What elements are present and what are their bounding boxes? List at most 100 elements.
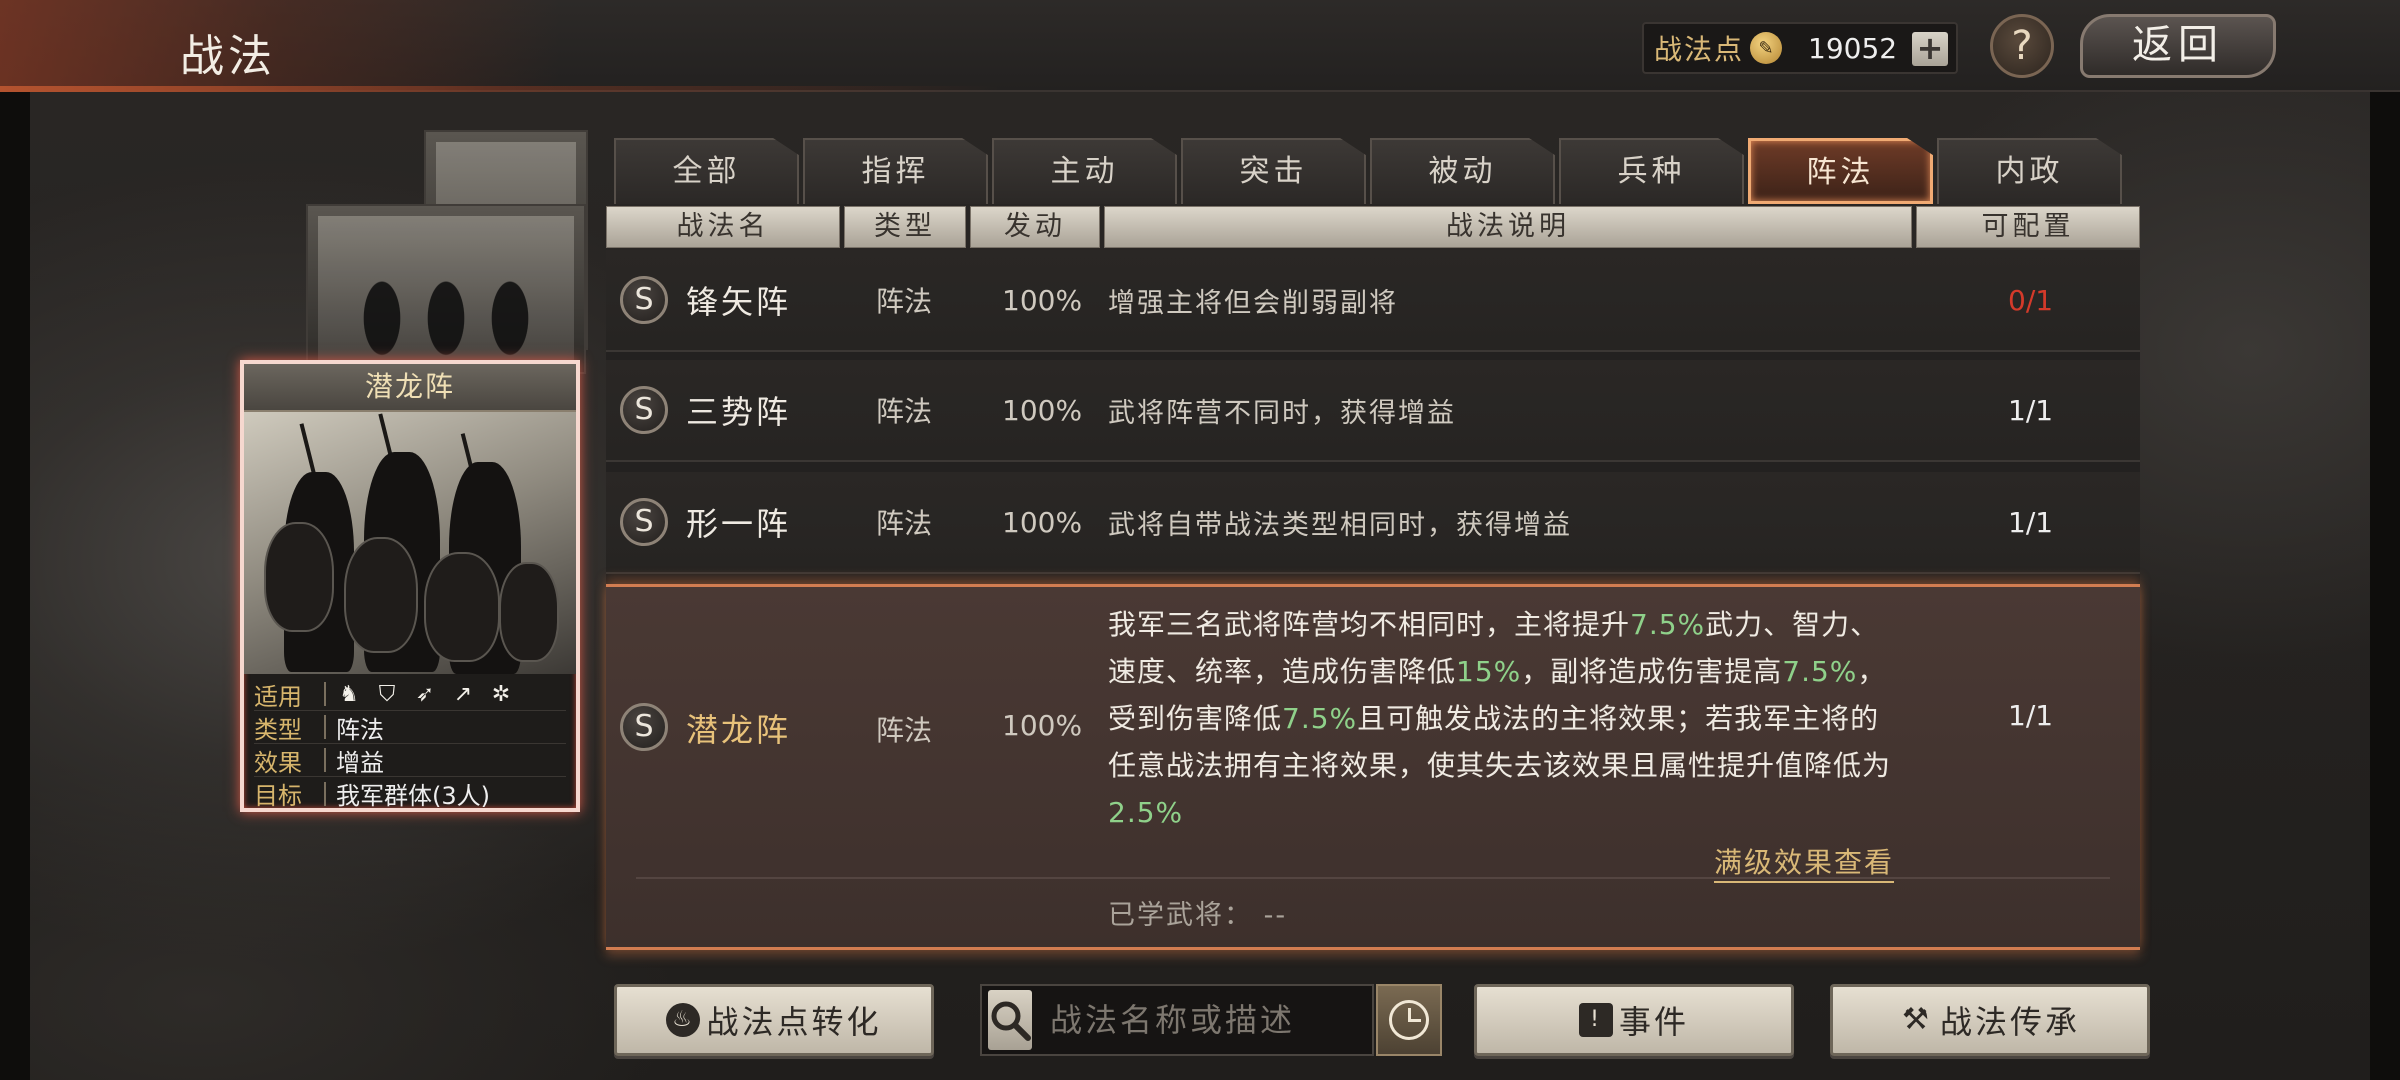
tactic-name: 潜龙阵 xyxy=(686,711,792,749)
clock-icon xyxy=(1389,1000,1429,1040)
header-accent-line xyxy=(0,86,1000,92)
tactic-trigger-rate: 100% xyxy=(1002,393,1083,427)
help-button[interactable]: ? xyxy=(1990,14,2054,78)
tactic-configurable: 0/1 xyxy=(2008,283,2054,317)
card-row-type: 类型 阵法 xyxy=(254,711,566,744)
card-title: 潜龙阵 xyxy=(244,364,576,412)
tactic-inherit-label: 战法传承 xyxy=(1939,1003,2080,1041)
tactic-trigger-rate: 100% xyxy=(1002,709,1083,742)
card-back-art xyxy=(318,216,574,362)
shield-art xyxy=(424,552,500,662)
grade-s-icon: S xyxy=(620,386,668,434)
grade-s-icon: S xyxy=(620,276,668,324)
shield-art xyxy=(264,522,334,632)
tactic-trigger-rate: 100% xyxy=(1002,283,1083,317)
card-row-value: 增益 xyxy=(336,748,384,777)
search-history-button[interactable] xyxy=(1376,984,1442,1056)
tab-internal-affairs[interactable]: 内政 xyxy=(1937,138,2122,204)
alert-book-icon: ! xyxy=(1578,1003,1613,1037)
card-row-key: 类型 xyxy=(254,715,302,744)
search-button[interactable] xyxy=(988,990,1032,1050)
table-row[interactable]: S 形一阵 阵法 100% 武将自带战法类型相同时，获得增益 1/1 xyxy=(606,472,2140,574)
back-button[interactable]: 返回 xyxy=(2080,14,2276,78)
wheel-icon: ✲ xyxy=(491,681,511,707)
search-bar xyxy=(980,984,1449,1056)
divider xyxy=(636,877,2110,879)
tactic-type: 阵法 xyxy=(876,285,933,318)
table-header: 战法名 类型 发动 战法说明 可配置 xyxy=(606,206,2140,248)
unit-type-icons: ♞ ⛉ ➶ ↗ ✲ xyxy=(336,681,514,707)
page-title: 战法 xyxy=(180,31,276,82)
desc-text: ，副将造成伤害提高 xyxy=(1521,655,1783,688)
events-label: 事件 xyxy=(1618,1003,1689,1041)
tactic-configurable: 1/1 xyxy=(2008,699,2054,732)
bow-icon: ➶ xyxy=(415,681,435,707)
category-tabs: 全部 指挥 主动 突击 被动 兵种 阵法 内政 xyxy=(614,138,2122,204)
column-header-type: 类型 xyxy=(844,206,966,248)
tactic-name: 锋矢阵 xyxy=(686,283,792,321)
flame-icon: ♨ xyxy=(666,1003,701,1037)
card-row-effect: 效果 增益 xyxy=(254,744,566,777)
desc-value: 7.5% xyxy=(1630,608,1706,641)
card-row-value: 我军群体(3人) xyxy=(336,782,490,810)
search-icon xyxy=(991,1001,1031,1041)
divider xyxy=(324,781,326,806)
tactic-description: 我军三名武将阵营均不相同时，主将提升7.5%武力、智力、速度、统率，造成伤害降低… xyxy=(1108,601,1908,836)
tab-formation[interactable]: 阵法 xyxy=(1748,138,1933,204)
tactic-type: 阵法 xyxy=(876,714,933,747)
card-row-applicable: 适用 ♞ ⛉ ➶ ↗ ✲ xyxy=(254,678,566,711)
table-row-selected[interactable]: S 潜龙阵 阵法 100% 我军三名武将阵营均不相同时，主将提升7.5%武力、智… xyxy=(606,584,2140,950)
cavalry-icon: ♞ xyxy=(339,681,359,707)
divider xyxy=(324,715,326,739)
card-row-key: 适用 xyxy=(254,682,302,711)
add-points-button[interactable]: + xyxy=(1912,32,1948,66)
card-row-value: 阵法 xyxy=(336,715,384,744)
desc-value: 2.5% xyxy=(1108,796,1184,829)
table-row[interactable]: S 锋矢阵 阵法 100% 增强主将但会削弱副将 0/1 xyxy=(606,250,2140,352)
card-row-target: 目标 我军群体(3人) xyxy=(254,777,566,810)
tab-passive[interactable]: 被动 xyxy=(1370,138,1555,204)
card-row-key: 目标 xyxy=(254,782,302,810)
table-row[interactable]: S 三势阵 阵法 100% 武将阵营不同时，获得增益 1/1 xyxy=(606,360,2140,462)
shield-art xyxy=(344,537,418,653)
desc-text: 我军三名武将阵营均不相同时，主将提升 xyxy=(1108,608,1631,641)
tactic-points-label: 战法点 xyxy=(1654,33,1745,66)
hammer-icon: ⚒ xyxy=(1902,1002,1932,1037)
shield-art xyxy=(499,562,559,662)
column-header-name: 战法名 xyxy=(606,206,840,248)
tactic-type: 阵法 xyxy=(876,507,933,540)
column-header-configurable: 可配置 xyxy=(1916,206,2140,248)
column-header-trigger: 发动 xyxy=(970,206,1100,248)
convert-points-button[interactable]: ♨ 战法点转化 xyxy=(614,984,934,1056)
convert-points-label: 战法点转化 xyxy=(706,1003,882,1041)
card-artwork xyxy=(244,412,576,674)
events-button[interactable]: ! 事件 xyxy=(1474,984,1794,1056)
right-edge xyxy=(2370,90,2400,1080)
tab-active[interactable]: 主动 xyxy=(992,138,1177,204)
tactic-points-display: 战法点 ✎ 19052 + xyxy=(1642,22,1958,74)
tactic-description: 武将自带战法类型相同时，获得增益 xyxy=(1108,509,1572,541)
divider xyxy=(324,748,326,772)
tab-command[interactable]: 指挥 xyxy=(803,138,988,204)
tactic-name: 形一阵 xyxy=(686,505,792,543)
tactic-inherit-button[interactable]: ⚒ 战法传承 xyxy=(1830,984,2150,1056)
tab-troop-type[interactable]: 兵种 xyxy=(1559,138,1744,204)
tactic-configurable: 1/1 xyxy=(2008,505,2054,539)
header-glow xyxy=(0,0,560,92)
divider xyxy=(324,682,326,706)
learned-generals: 已学武将： -- xyxy=(1108,900,1288,931)
card-back-2 xyxy=(306,204,586,374)
card-info: 适用 ♞ ⛉ ➶ ↗ ✲ 类型 阵法 效果 增益 目标 我军群体(3人) xyxy=(244,674,576,814)
spear-icon: ↗ xyxy=(453,681,473,707)
tactic-points-value: 19052 xyxy=(1808,31,1898,65)
shield-icon: ⛉ xyxy=(378,681,396,707)
left-edge xyxy=(0,90,30,1080)
grade-s-icon: S xyxy=(620,498,668,546)
top-bar: 战法 战法点 ✎ 19052 + ? 返回 xyxy=(0,0,2400,92)
tactic-description: 武将阵营不同时，获得增益 xyxy=(1108,397,1456,429)
card-row-key: 效果 xyxy=(254,748,302,777)
tab-all[interactable]: 全部 xyxy=(614,138,799,204)
tab-assault[interactable]: 突击 xyxy=(1181,138,1366,204)
desc-value: 15% xyxy=(1456,655,1522,688)
selected-tactic-card[interactable]: 潜龙阵 适用 ♞ ⛉ ➶ ↗ ✲ 类型 阵法 效果 增益 目标 我军群体(3人) xyxy=(240,360,580,812)
